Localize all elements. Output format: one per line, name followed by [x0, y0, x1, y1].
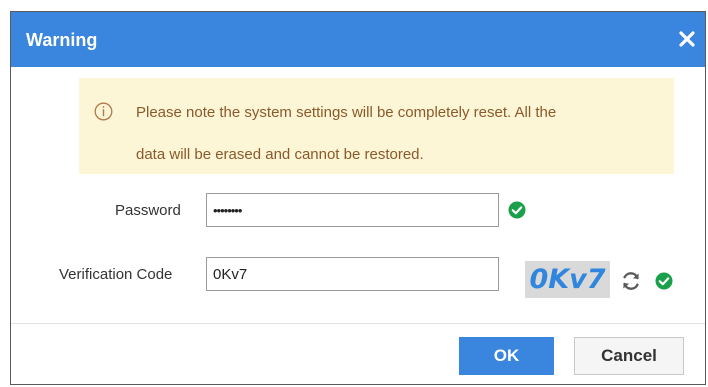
close-icon[interactable] [676, 28, 698, 50]
captcha-image: 0Kv7 [525, 261, 610, 298]
cancel-button[interactable]: Cancel [574, 337, 684, 375]
dialog-title: Warning [26, 30, 98, 50]
notice-text-line-1: Please note the system settings will be … [136, 104, 557, 121]
password-valid-check-icon [508, 201, 526, 219]
refresh-icon[interactable] [620, 270, 642, 292]
notice-text-line-2: data will be erased and cannot be restor… [136, 146, 424, 163]
password-field[interactable] [206, 193, 499, 227]
verification-valid-check-icon [655, 272, 673, 290]
warning-dialog: Warning Please note the system settings … [10, 11, 706, 385]
verification-code-label: Verification Code [59, 266, 173, 283]
info-circle-icon [94, 102, 113, 121]
password-label: Password [115, 202, 181, 219]
ok-button[interactable]: OK [459, 337, 554, 375]
footer-divider [11, 323, 705, 324]
verification-code-field[interactable] [206, 257, 499, 291]
reset-warning-notice: Please note the system settings will be … [79, 78, 674, 174]
dialog-title-bar: Warning [11, 12, 705, 67]
